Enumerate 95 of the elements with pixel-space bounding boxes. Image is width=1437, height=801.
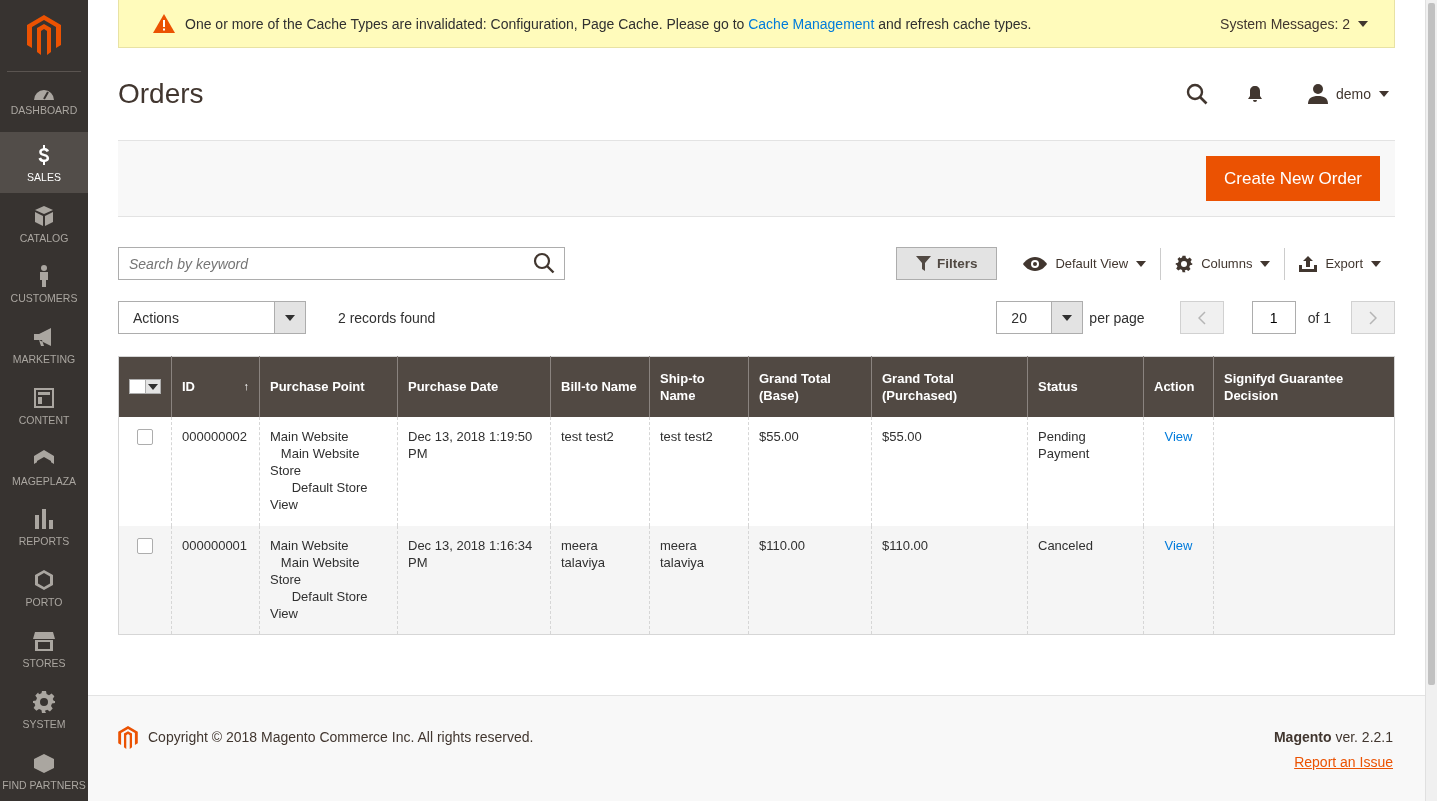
sidebar-item[interactable]: FIND PARTNERS: [0, 740, 88, 801]
search-icon: [1185, 83, 1208, 105]
sidebar-item[interactable]: CUSTOMERS: [0, 253, 88, 315]
chevron-right-icon: [1369, 310, 1377, 325]
gear-icon: [32, 689, 56, 714]
caret-icon: [148, 383, 158, 390]
table-cell-text: meera talaviya: [561, 536, 607, 571]
column-header[interactable]: Grand Total (Purchased): [871, 356, 1028, 417]
store-icon: [32, 629, 56, 653]
table-cell-text: Main Website Main Website Store Default Store View: [270, 427, 369, 513]
copyright-text: Copyright © 2018 Magento Commerce Inc. All rights reserved.: [148, 728, 535, 747]
search-field[interactable]: Search by keyword: [118, 247, 565, 280]
caret-icon: [1371, 260, 1381, 267]
previous-page-button[interactable]: [1179, 301, 1224, 334]
sidebar-item[interactable]: SYSTEM: [0, 679, 88, 741]
caret-icon: [1379, 91, 1389, 97]
caret-icon: [1260, 260, 1271, 267]
page-title: Orders: [118, 78, 205, 110]
column-header[interactable]: Grand Total (Base): [748, 356, 872, 417]
sidebar-item[interactable]: CONTENT: [0, 375, 88, 437]
table-cell-text: test test2: [561, 427, 615, 445]
sidebar-item[interactable]: MARKETING: [0, 314, 88, 376]
report-issue-link[interactable]: Report an Issue: [1294, 754, 1393, 770]
create-order-button[interactable]: Create New Order: [1206, 156, 1380, 201]
layout-icon: [32, 385, 56, 410]
sidebar-item[interactable]: CATALOG: [0, 193, 88, 254]
table-cell-text: Canceled: [1038, 536, 1094, 554]
page-number-field[interactable]: 1: [1251, 301, 1296, 334]
caret-icon: [1062, 314, 1073, 321]
logo-icon[interactable]: [27, 15, 61, 56]
column-header[interactable]: Signifyd Guarantee Decision: [1213, 356, 1395, 417]
search-icon: [533, 252, 555, 274]
view-link[interactable]: View: [1164, 537, 1193, 553]
table-cell-text: Pending Payment: [1038, 427, 1091, 462]
sidebar-item[interactable]: DASHBOARD: [0, 71, 88, 133]
view-link[interactable]: View: [1164, 428, 1193, 444]
hexagon-icon: [32, 568, 56, 593]
sidebar-item[interactable]: PORTO: [0, 557, 88, 619]
column-header[interactable]: Purchase Date: [397, 356, 551, 417]
column-header[interactable]: Ship-to Name: [649, 356, 749, 417]
sidebar-item[interactable]: SALES: [0, 132, 88, 194]
box-icon: [32, 203, 56, 228]
table-cell-text: $110.00: [759, 536, 807, 554]
bar-chart-icon: [32, 507, 56, 532]
chevron-left-icon: [1197, 310, 1206, 325]
table-cell-text: test test2: [660, 427, 714, 445]
funnel-icon: [916, 256, 932, 271]
column-header[interactable]: Status: [1027, 356, 1144, 417]
caret-icon: [1358, 20, 1368, 27]
system-messages-dropdown[interactable]: System Messages: 2: [1206, 7, 1382, 40]
columns-dropdown[interactable]: Columns: [1161, 247, 1285, 280]
upload-icon: [1299, 255, 1318, 272]
cache-management-link[interactable]: Cache Management: [748, 15, 875, 32]
sidebar-item[interactable]: REPORTS: [0, 497, 88, 558]
caret-icon: [285, 314, 295, 321]
sidebar-item[interactable]: MAGEPLAZA: [0, 436, 88, 498]
bell-icon: [1245, 85, 1264, 103]
next-page-button[interactable]: [1351, 301, 1395, 334]
user-menu[interactable]: demo: [1301, 83, 1395, 105]
actions-dropdown[interactable]: Actions: [118, 301, 306, 334]
records-count: 2 records found: [338, 309, 436, 326]
view-dropdown[interactable]: Default View: [1009, 247, 1161, 280]
table-cell-text: Main Website Main Website Store Default Store View: [270, 536, 369, 622]
table-cell-text: Dec 13, 2018 1:19:50 PM: [408, 427, 534, 462]
column-header[interactable]: ID ↑: [171, 356, 260, 417]
row-checkbox[interactable]: [137, 428, 153, 445]
table-cell-text: $55.00: [882, 427, 923, 445]
table-cell: 000000001: [182, 536, 249, 554]
export-dropdown[interactable]: Export: [1285, 247, 1395, 280]
table-cell-text: $110.00: [882, 536, 930, 554]
caret-icon: [1136, 260, 1147, 267]
table-cell-text: meera talaviya: [660, 536, 706, 571]
per-page-label: per page: [1089, 309, 1145, 326]
page-count: of 1: [1307, 309, 1331, 326]
page-size-dropdown[interactable]: 20: [996, 301, 1084, 334]
column-header[interactable]: Action: [1143, 356, 1214, 417]
version-text: Magento ver. 2.2.1: [1273, 728, 1393, 747]
row-checkbox[interactable]: [137, 537, 153, 554]
sidebar-item[interactable]: STORES: [0, 618, 88, 680]
column-header[interactable]: Purchase Point: [259, 356, 398, 417]
table-cell-text: Dec 13, 2018 1:16:34 PM: [408, 536, 534, 571]
gauge-icon: [32, 88, 56, 100]
table-cell: 000000002: [182, 427, 249, 445]
table-cell-text: $55.00: [759, 427, 800, 445]
logo-icon: [118, 726, 138, 749]
gear-icon: [1175, 254, 1194, 273]
filters-button[interactable]: Filters: [896, 247, 998, 280]
user-icon: [1307, 84, 1328, 104]
scrollbar[interactable]: [1425, 0, 1437, 801]
column-header[interactable]: Bill-to Name: [550, 356, 650, 417]
warning-icon: [153, 14, 175, 33]
message-text: One or more of the Cache Types are invalidated: Configuration, Page Cache. Please go to Cache Management and refresh cache types.: [185, 15, 1033, 32]
eye-icon: [1023, 256, 1048, 271]
sort-arrow: ↑: [243, 379, 249, 395]
select-all-dropdown[interactable]: [129, 379, 161, 395]
